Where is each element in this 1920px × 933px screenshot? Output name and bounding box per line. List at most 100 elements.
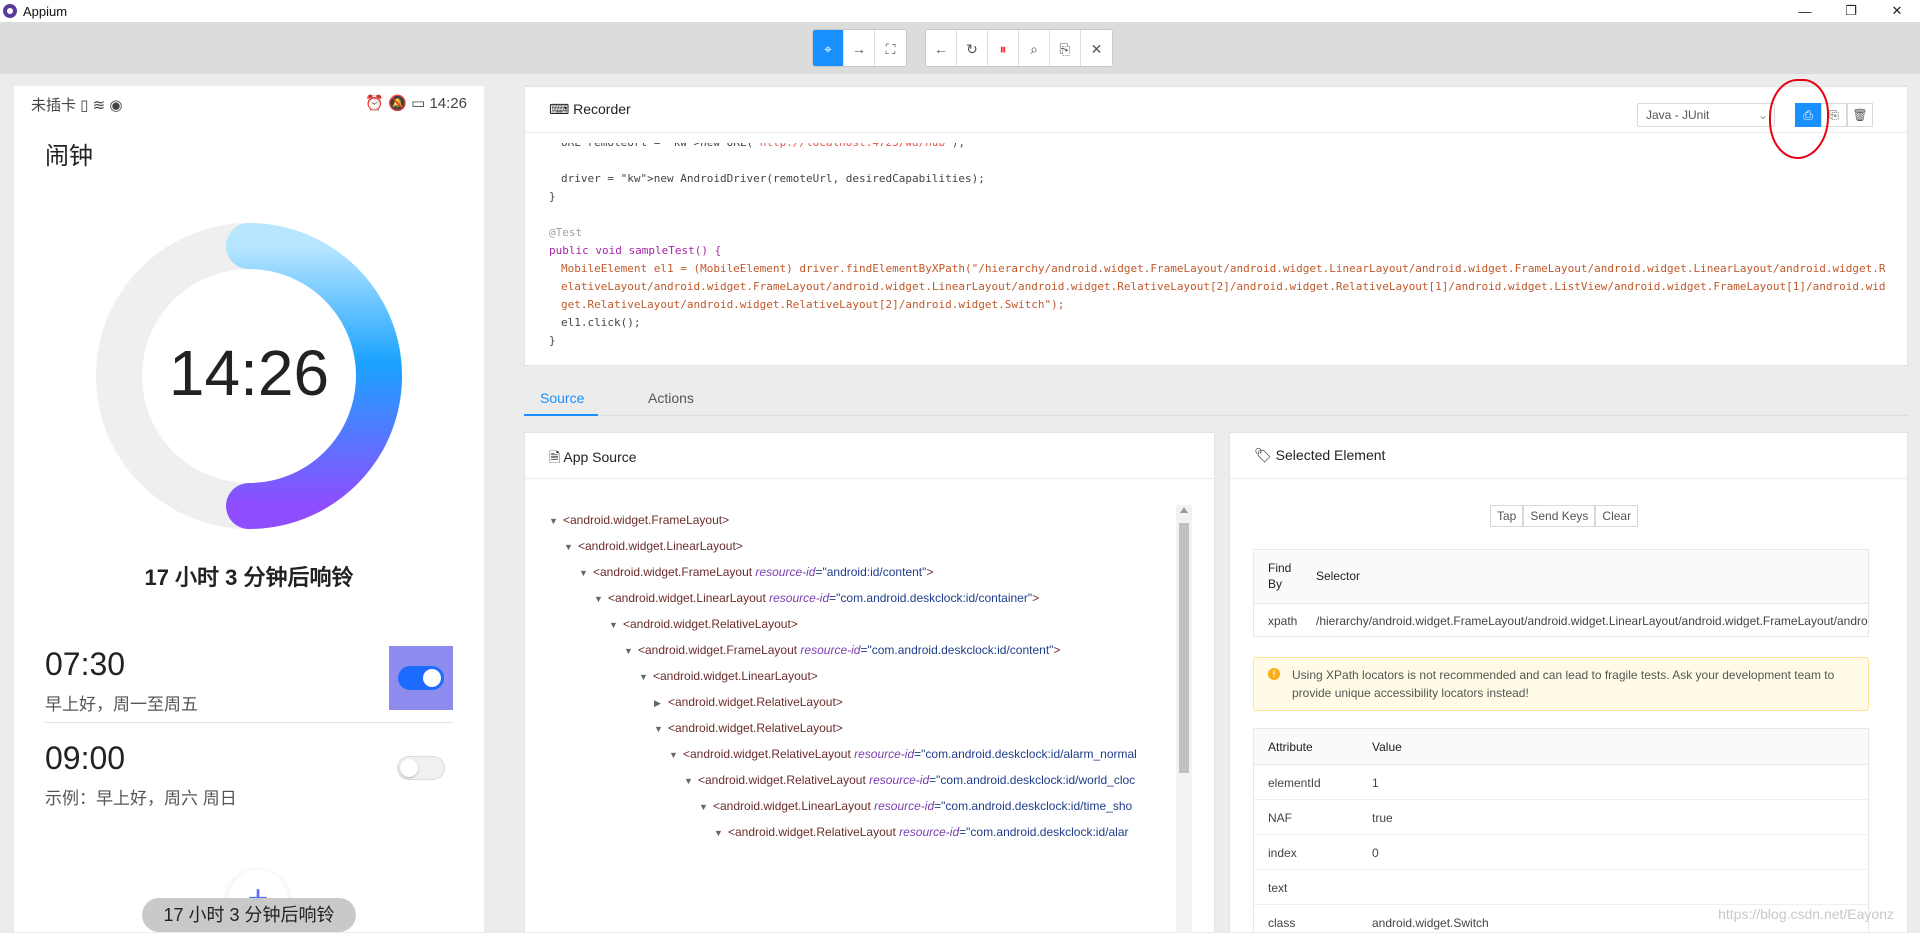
search-button[interactable]: ⌕ <box>1019 30 1050 66</box>
phone-status-bar: 未插卡 ▯ ≋ ◉ ⏰ 🔕 ▭ 14:26 <box>31 92 467 114</box>
tree-node-tag: <android.widget.FrameLayout <box>593 565 753 579</box>
tap-coordinates-button[interactable]: ⛶ <box>875 30 906 66</box>
find-by-row[interactable]: xpath /hierarchy/android.widget.FrameLay… <box>1254 604 1868 636</box>
scroll-thumb[interactable] <box>1179 523 1189 773</box>
minimize-button[interactable]: — <box>1782 0 1828 22</box>
code-line: MobileElement el1 = (MobileElement) driv… <box>561 262 1886 311</box>
alarm-time: 09:00 <box>45 740 126 776</box>
tree-node[interactable]: ▼ <android.widget.RelativeLayout> <box>609 615 798 633</box>
clear-button[interactable]: Clear <box>1595 505 1639 527</box>
quit-session-button[interactable]: ✕ <box>1081 30 1112 66</box>
attribute-header: Attribute <box>1268 740 1313 754</box>
attribute-row: text <box>1254 870 1868 905</box>
file-icon: 🗎 <box>549 449 564 465</box>
tree-node-tag: <android.widget.LinearLayout <box>653 669 811 683</box>
caret-down-icon[interactable]: ▼ <box>624 642 638 660</box>
attribute-name: text <box>1268 881 1288 895</box>
toast-message: 17 小时 3 分钟后响铃 <box>142 898 356 932</box>
caret-down-icon[interactable]: ▼ <box>564 538 578 556</box>
tree-node-close: > <box>926 565 934 579</box>
scroll-up-icon[interactable] <box>1180 507 1188 513</box>
find-by-strategy: xpath <box>1268 614 1298 628</box>
alarm-switch-highlighted[interactable] <box>389 646 453 710</box>
tree-node[interactable]: ▼ <android.widget.LinearLayout> <box>564 537 743 555</box>
tree-node-close: > <box>810 669 818 683</box>
find-by-table-header: Find By Selector <box>1254 550 1868 604</box>
tab-actions[interactable]: Actions <box>648 390 694 406</box>
tree-node[interactable]: ▶ <android.widget.RelativeLayout> <box>654 693 843 711</box>
caret-down-icon[interactable]: ▼ <box>609 616 623 634</box>
swipe-button[interactable]: → <box>844 30 875 66</box>
attribute-row: NAF true <box>1254 800 1868 835</box>
tree-node-value: ="com.android.deskclock:id/world_cloc <box>929 773 1136 787</box>
find-by-header: Find By <box>1268 561 1292 591</box>
attributes-table: Attribute Value elementId 1 NAF true index 0 t… <box>1253 728 1869 933</box>
caret-down-icon[interactable]: ▼ <box>639 668 653 686</box>
tree-node-attr: resource-id <box>797 643 861 657</box>
tab-source[interactable]: Source <box>540 390 584 406</box>
tap-button[interactable]: Tap <box>1490 505 1524 527</box>
tree-node[interactable]: ▼ <android.widget.FrameLayout resource-id… <box>579 563 933 581</box>
tree-node[interactable]: ▼ <android.widget.LinearLayout> <box>639 667 818 685</box>
title-bar: Appium — ❐ ✕ <box>0 0 1920 22</box>
tree-node-close: > <box>722 513 730 527</box>
refresh-button[interactable]: ↻ <box>957 30 988 66</box>
tree-node-tag: <android.widget.LinearLayout <box>578 539 736 553</box>
caret-down-icon[interactable]: ▼ <box>654 720 668 738</box>
tree-node-tag: <android.widget.RelativeLayout <box>623 617 791 631</box>
back-button[interactable]: ← <box>926 30 957 66</box>
caret-down-icon[interactable]: ▼ <box>714 824 728 842</box>
current-time: 14:26 <box>168 337 330 409</box>
close-window-button[interactable]: ✕ <box>1874 0 1920 22</box>
tree-node-value: ="com.android.deskclock:id/container" <box>829 591 1033 605</box>
caret-down-icon[interactable]: ▼ <box>579 564 593 582</box>
warning-text: Using XPath locators is not recommended … <box>1292 668 1835 700</box>
tree-scrollbar[interactable] <box>1176 505 1192 933</box>
selected-element-header: 🏷 Selected Element <box>1230 433 1907 479</box>
send-keys-button[interactable]: Send Keys <box>1523 505 1596 527</box>
tree-node-tag: <android.widget.FrameLayout <box>563 513 723 527</box>
caret-down-icon[interactable]: ▼ <box>594 590 608 608</box>
tree-node-attr: resource-id <box>895 825 960 839</box>
tree-node-tag: <android.widget.RelativeLayout <box>668 721 836 735</box>
interaction-mode-group: ⌖ → ⛶ <box>812 29 907 67</box>
source-tree[interactable]: ▼ <android.widget.FrameLayout> ▼ <android.w… <box>549 511 1189 933</box>
alarm-switch-on[interactable] <box>398 666 444 690</box>
copy-xml-button[interactable]: ⎘ <box>1050 30 1081 66</box>
alarm-time: 07:30 <box>45 646 126 682</box>
code-line: } <box>549 334 556 347</box>
tree-node[interactable]: ▼ <android.widget.LinearLayout resource-i… <box>699 797 1132 815</box>
device-screenshot[interactable]: 未插卡 ▯ ≋ ◉ ⏰ 🔕 ▭ 14:26 闹钟 14:26 17 小时 3 分… <box>14 86 484 932</box>
tree-node[interactable]: ▼ <android.widget.FrameLayout resource-id… <box>624 641 1060 659</box>
alarm-divider <box>45 722 453 723</box>
tree-node[interactable]: ▼ <android.widget.RelativeLayout resource… <box>714 823 1128 841</box>
tree-node[interactable]: ▼ <android.widget.FrameLayout> <box>549 511 729 529</box>
tree-node[interactable]: ▼ <android.widget.RelativeLayout> <box>654 719 843 737</box>
code-line: public void sampleTest() { <box>549 244 722 257</box>
inspector-toolbar: ⌖ → ⛶ ← ↻ ⏸ ⌕ ⎘ ✕ <box>0 22 1920 74</box>
alarm-switch-off[interactable] <box>397 756 445 780</box>
code-line: el1.click(); <box>561 316 641 329</box>
app-source-title: 🗎 App Source <box>549 447 637 471</box>
caret-down-icon[interactable]: ▼ <box>549 512 563 530</box>
caret-down-icon[interactable]: ▼ <box>669 746 683 764</box>
xpath-warning: ! Using XPath locators is not recommende… <box>1253 657 1869 711</box>
next-alarm-label: 17 小时 3 分钟后响铃 <box>144 565 354 590</box>
alarm-item[interactable]: 09:00 示例：早上好，周六 周日 <box>45 740 453 830</box>
caret-right-icon[interactable]: ▶ <box>654 694 668 712</box>
language-select[interactable]: Java - JUnit ⌄ <box>1637 103 1775 127</box>
window-title: Appium <box>23 3 68 19</box>
tree-node[interactable]: ▼ <android.widget.RelativeLayout resource… <box>669 745 1137 763</box>
clear-actions-button[interactable]: 🗑 <box>1847 103 1873 127</box>
caret-down-icon[interactable]: ▼ <box>684 772 698 790</box>
terminal-icon: ⌨ <box>549 101 574 117</box>
select-elements-button[interactable]: ⌖ <box>813 30 844 66</box>
pause-recording-button[interactable]: ⏸ <box>988 30 1019 66</box>
tree-node[interactable]: ▼ <android.widget.RelativeLayout resource… <box>684 771 1135 789</box>
selector-value[interactable]: /hierarchy/android.widget.FrameLayout/an… <box>1316 614 1868 628</box>
tree-node[interactable]: ▼ <android.widget.LinearLayout resource-i… <box>594 589 1039 607</box>
caret-down-icon[interactable]: ▼ <box>699 798 713 816</box>
restore-button[interactable]: ❐ <box>1828 0 1874 22</box>
inspector-tabs: Source Actions <box>524 380 1908 416</box>
